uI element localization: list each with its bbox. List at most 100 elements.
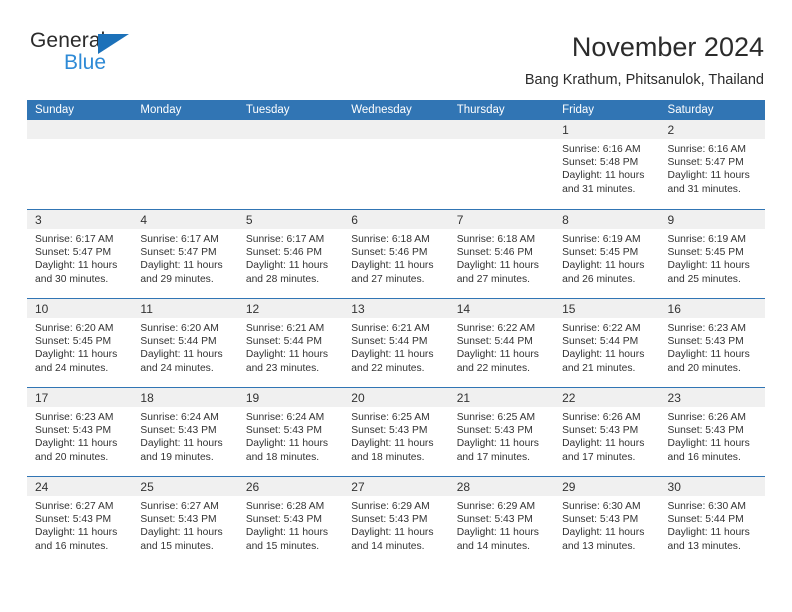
day-info-line: Daylight: 11 hours: [351, 527, 434, 539]
calendar-day-cell[interactable]: 30 Sunrise: 6:30 AM Sunset: 5:44 PM Dayligh…: [659, 477, 765, 565]
page-subtitle: Bang Krathum, Phitsanulok, Thailand: [524, 72, 764, 89]
day-info-line: Sunrise: 6:20 AM: [140, 323, 219, 334]
calendar-day-cell[interactable]: 22 Sunrise: 6:26 AM Sunset: 5:43 PM Dayligh…: [554, 388, 660, 476]
day-info-line: Sunrise: 6:19 AM: [667, 234, 746, 245]
weekday-header-tuesday: Tuesday: [245, 104, 290, 116]
day-info-line: Sunset: 5:47 PM: [140, 247, 217, 259]
day-info-line: Sunrise: 6:26 AM: [562, 412, 641, 423]
calendar-day-cell[interactable]: 2 Sunrise: 6:16 AM Sunset: 5:47 PM Daylight…: [659, 120, 765, 209]
calendar-day-cell[interactable]: 6 Sunrise: 6:18 AM Sunset: 5:46 PM Daylight…: [343, 210, 449, 298]
day-info-line: Daylight: 11 hours: [456, 527, 539, 539]
calendar-day-cell[interactable]: 4 Sunrise: 6:17 AM Sunset: 5:47 PM Daylight…: [132, 210, 238, 298]
calendar-day-cell[interactable]: 29 Sunrise: 6:30 AM Sunset: 5:43 PM Dayligh…: [554, 477, 660, 565]
calendar-cell-empty: [27, 120, 133, 209]
weekday-header-sunday: Sunday: [35, 104, 75, 116]
day-info-line: Daylight: 11 hours: [351, 260, 434, 272]
day-info-line: Sunrise: 6:28 AM: [245, 501, 325, 512]
day-info-line: Daylight: 11 hours: [140, 349, 223, 361]
day-info-line: Sunset: 5:44 PM: [245, 336, 322, 348]
calendar-weeks: 1 Sunrise: 6:16 AM Sunset: 5:48 PM Daylight…: [27, 120, 765, 565]
weekday-header-wednesday: Wednesday: [351, 104, 412, 116]
calendar-day-cell[interactable]: 26 Sunrise: 6:28 AM Sunset: 5:43 PM Dayligh…: [237, 477, 344, 565]
day-sun-info: Sunrise: 6:23 AM Sunset: 5:43 PM Daylight:…: [27, 407, 132, 464]
day-number: 2: [659, 120, 765, 139]
day-number: 19: [237, 388, 344, 407]
day-info-line: Daylight: 11 hours: [140, 438, 223, 450]
day-info-line: Daylight: 11 hours: [456, 438, 539, 450]
calendar-day-cell[interactable]: 17 Sunrise: 6:23 AM Sunset: 5:43 PM Dayligh…: [27, 388, 133, 476]
calendar-day-cell[interactable]: 21 Sunrise: 6:25 AM Sunset: 5:43 PM Dayligh…: [448, 388, 555, 476]
weekday-header-monday: Monday: [140, 104, 182, 116]
calendar-day-cell[interactable]: 25 Sunrise: 6:27 AM Sunset: 5:43 PM Dayligh…: [132, 477, 238, 565]
calendar-day-cell[interactable]: 13 Sunrise: 6:21 AM Sunset: 5:44 PM Dayligh…: [343, 299, 449, 387]
day-sun-info: Sunrise: 6:22 AM Sunset: 5:44 PM Daylight:…: [554, 318, 659, 375]
calendar-week-row: 24 Sunrise: 6:27 AM Sunset: 5:43 PM Dayligh…: [27, 476, 765, 565]
day-info-line: Sunset: 5:44 PM: [667, 514, 744, 526]
day-sun-info: Sunrise: 6:27 AM Sunset: 5:43 PM Daylight:…: [132, 496, 237, 553]
day-sun-info: Sunrise: 6:19 AM Sunset: 5:45 PM Daylight:…: [660, 229, 765, 286]
day-sun-info: Sunrise: 6:16 AM Sunset: 5:48 PM Daylight:…: [554, 139, 659, 196]
day-info-line: and 15 minutes.: [245, 540, 320, 552]
calendar-day-cell[interactable]: 12 Sunrise: 6:21 AM Sunset: 5:44 PM Dayligh…: [237, 299, 344, 387]
page-header: General Blue November 2024 Bang Krathum,…: [0, 0, 792, 100]
day-number: 29: [554, 477, 660, 496]
day-info-line: Daylight: 11 hours: [351, 349, 434, 361]
calendar-day-cell[interactable]: 10 Sunrise: 6:20 AM Sunset: 5:45 PM Dayligh…: [27, 299, 133, 387]
calendar-day-cell[interactable]: 7 Sunrise: 6:18 AM Sunset: 5:46 PM Daylight…: [448, 210, 555, 298]
day-info-line: Daylight: 11 hours: [562, 438, 645, 450]
day-sun-info: Sunrise: 6:18 AM Sunset: 5:46 PM Daylight:…: [343, 229, 448, 286]
day-info-line: Sunrise: 6:27 AM: [140, 501, 219, 512]
calendar-day-cell[interactable]: 24 Sunrise: 6:27 AM Sunset: 5:43 PM Dayligh…: [27, 477, 133, 565]
day-sun-info: Sunrise: 6:28 AM Sunset: 5:43 PM Daylight:…: [238, 496, 343, 553]
day-number: 22: [554, 388, 660, 407]
calendar-day-cell[interactable]: 19 Sunrise: 6:24 AM Sunset: 5:43 PM Dayligh…: [237, 388, 344, 476]
day-number: [448, 120, 555, 139]
day-sun-info: Sunrise: 6:27 AM Sunset: 5:43 PM Daylight:…: [27, 496, 132, 553]
day-sun-info: Sunrise: 6:20 AM Sunset: 5:44 PM Daylight:…: [132, 318, 237, 375]
calendar-day-cell[interactable]: 5 Sunrise: 6:17 AM Sunset: 5:46 PM Daylight…: [237, 210, 344, 298]
day-info-line: Sunset: 5:44 PM: [351, 336, 428, 348]
calendar-day-cell[interactable]: 3 Sunrise: 6:17 AM Sunset: 5:47 PM Daylight…: [27, 210, 133, 298]
calendar-day-cell[interactable]: 20 Sunrise: 6:25 AM Sunset: 5:43 PM Dayligh…: [343, 388, 449, 476]
day-info-line: and 29 minutes.: [140, 273, 214, 285]
day-info-line: Sunrise: 6:26 AM: [667, 412, 746, 423]
day-info-line: Sunrise: 6:25 AM: [456, 412, 536, 423]
calendar-day-cell[interactable]: 8 Sunrise: 6:19 AM Sunset: 5:45 PM Daylight…: [554, 210, 660, 298]
day-info-line: Daylight: 11 hours: [35, 438, 118, 450]
calendar-day-cell[interactable]: 1 Sunrise: 6:16 AM Sunset: 5:48 PM Daylight…: [554, 120, 660, 209]
day-info-line: and 14 minutes.: [351, 540, 425, 552]
calendar-day-cell[interactable]: 9 Sunrise: 6:19 AM Sunset: 5:45 PM Daylight…: [659, 210, 765, 298]
day-info-line: and 18 minutes.: [351, 451, 425, 463]
day-number: 4: [132, 210, 238, 229]
day-number: 26: [237, 477, 344, 496]
calendar-day-cell[interactable]: 23 Sunrise: 6:26 AM Sunset: 5:43 PM Dayligh…: [659, 388, 765, 476]
calendar-day-cell[interactable]: 28 Sunrise: 6:29 AM Sunset: 5:43 PM Dayligh…: [448, 477, 555, 565]
day-number: 18: [132, 388, 238, 407]
day-info-line: and 20 minutes.: [35, 451, 109, 463]
calendar-day-cell[interactable]: 15 Sunrise: 6:22 AM Sunset: 5:44 PM Dayligh…: [554, 299, 660, 387]
day-info-line: Sunrise: 6:17 AM: [245, 234, 325, 245]
title-block: November 2024 Bang Krathum, Phitsanulok,…: [525, 30, 764, 88]
day-sun-info: Sunrise: 6:30 AM Sunset: 5:43 PM Daylight:…: [554, 496, 659, 553]
calendar-day-cell[interactable]: 27 Sunrise: 6:29 AM Sunset: 5:43 PM Dayligh…: [343, 477, 449, 565]
day-sun-info: Sunrise: 6:29 AM Sunset: 5:43 PM Daylight:…: [449, 496, 554, 553]
day-info-line: Sunrise: 6:27 AM: [35, 501, 114, 512]
calendar-day-cell[interactable]: 16 Sunrise: 6:23 AM Sunset: 5:43 PM Dayligh…: [659, 299, 765, 387]
day-info-line: Daylight: 11 hours: [351, 438, 434, 450]
calendar-day-cell[interactable]: 18 Sunrise: 6:24 AM Sunset: 5:43 PM Dayligh…: [132, 388, 238, 476]
day-info-line: Sunrise: 6:17 AM: [35, 234, 114, 245]
calendar-week-row: 17 Sunrise: 6:23 AM Sunset: 5:43 PM Dayligh…: [27, 387, 765, 476]
calendar-day-cell[interactable]: 14 Sunrise: 6:22 AM Sunset: 5:44 PM Dayligh…: [448, 299, 555, 387]
calendar-cell-empty: [343, 120, 449, 209]
day-info-line: Sunset: 5:43 PM: [351, 425, 428, 437]
day-info-line: Sunset: 5:43 PM: [245, 514, 322, 526]
day-sun-info: Sunrise: 6:24 AM Sunset: 5:43 PM Daylight:…: [132, 407, 237, 464]
day-info-line: Sunset: 5:44 PM: [562, 336, 639, 348]
day-info-line: Sunrise: 6:23 AM: [35, 412, 114, 423]
brand-logo[interactable]: General Blue: [30, 30, 145, 80]
day-info-line: Daylight: 11 hours: [140, 527, 223, 539]
day-info-line: and 15 minutes.: [140, 540, 214, 552]
calendar-day-cell[interactable]: 11 Sunrise: 6:20 AM Sunset: 5:44 PM Dayligh…: [132, 299, 238, 387]
day-info-line: and 27 minutes.: [456, 273, 530, 285]
day-number: [343, 120, 449, 139]
